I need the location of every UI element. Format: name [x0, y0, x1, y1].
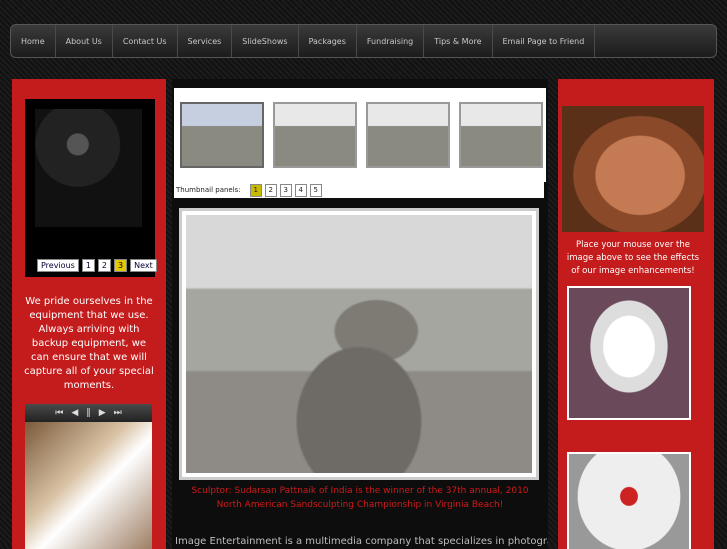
thumbnail-panel-bar: Thumbnail panels: 1 2 3 4 5 [174, 182, 544, 198]
prev-track-icon[interactable]: ⏮ [55, 408, 63, 418]
thumbnail-1[interactable] [180, 102, 264, 168]
nav-fundraising[interactable]: Fundraising [357, 25, 425, 57]
nav-slideshows[interactable]: SlideShows [232, 25, 299, 57]
enhancement-portrait[interactable] [562, 106, 704, 232]
left-sidebar: Previous 1 2 3 Next We pride ourselves i… [12, 79, 166, 549]
panel-3-button[interactable]: 3 [279, 183, 292, 197]
next-track-icon[interactable]: ⏭ [114, 408, 122, 418]
sand-sculpture-photo [186, 215, 532, 473]
nav-packages[interactable]: Packages [299, 25, 357, 57]
panel-1-button[interactable]: 1 [249, 183, 262, 197]
enhancement-text: Place your mouse over the image above to… [566, 240, 700, 276]
wedding-cake-photo [567, 286, 691, 420]
right-sidebar: Place your mouse over the image above to… [558, 79, 714, 549]
page-2-button[interactable]: 2 [97, 259, 111, 272]
nav-contact-us[interactable]: Contact Us [113, 25, 178, 57]
previous-button[interactable]: Previous [37, 259, 79, 272]
image-caption: Sculptor: Sudarsan Pattnaik of India is … [191, 486, 529, 510]
thumbnail-strip [174, 88, 546, 182]
panel-5-button[interactable]: 5 [309, 183, 322, 197]
media-player-controls: ⏮ ◀ ‖ ▶ ⏭ [25, 404, 152, 422]
nav-tips-more[interactable]: Tips & More [424, 25, 493, 57]
equipment-text: We pride ourselves in the equipment that… [24, 296, 154, 391]
slideshow-pager: Previous 1 2 3 Next [37, 259, 157, 272]
featured-image [179, 208, 539, 480]
play-icon[interactable]: ▶ [99, 408, 106, 418]
cake-detail-photo [567, 452, 691, 549]
thumbnail-3[interactable] [366, 102, 450, 168]
thumbnail-2[interactable] [273, 102, 357, 168]
bridesmaids-photo [25, 422, 152, 549]
page-1-button[interactable]: 1 [81, 259, 95, 272]
nav-services[interactable]: Services [178, 25, 233, 57]
panel-4-button[interactable]: 4 [294, 183, 307, 197]
nav-home[interactable]: Home [11, 25, 56, 57]
main-nav: Home About Us Contact Us Services SlideS… [10, 24, 717, 58]
page-3-button[interactable]: 3 [114, 259, 128, 272]
thumbnail-4[interactable] [459, 102, 543, 168]
pause-icon[interactable]: ‖ [86, 408, 91, 418]
rewind-icon[interactable]: ◀ [71, 408, 78, 418]
intro-text: Image Entertainment is a multimedia comp… [175, 536, 548, 547]
panel-2-button[interactable]: 2 [264, 183, 277, 197]
slideshow-box: Previous 1 2 3 Next [25, 99, 157, 277]
nav-about-us[interactable]: About Us [56, 25, 113, 57]
videographer-photo [35, 109, 142, 227]
nav-email-friend[interactable]: Email Page to Friend [493, 25, 596, 57]
thumbnail-panels-label: Thumbnail panels: [176, 186, 241, 194]
next-button[interactable]: Next [130, 259, 157, 272]
main-content: Thumbnail panels: 1 2 3 4 5 Sculptor: Su… [172, 79, 548, 549]
